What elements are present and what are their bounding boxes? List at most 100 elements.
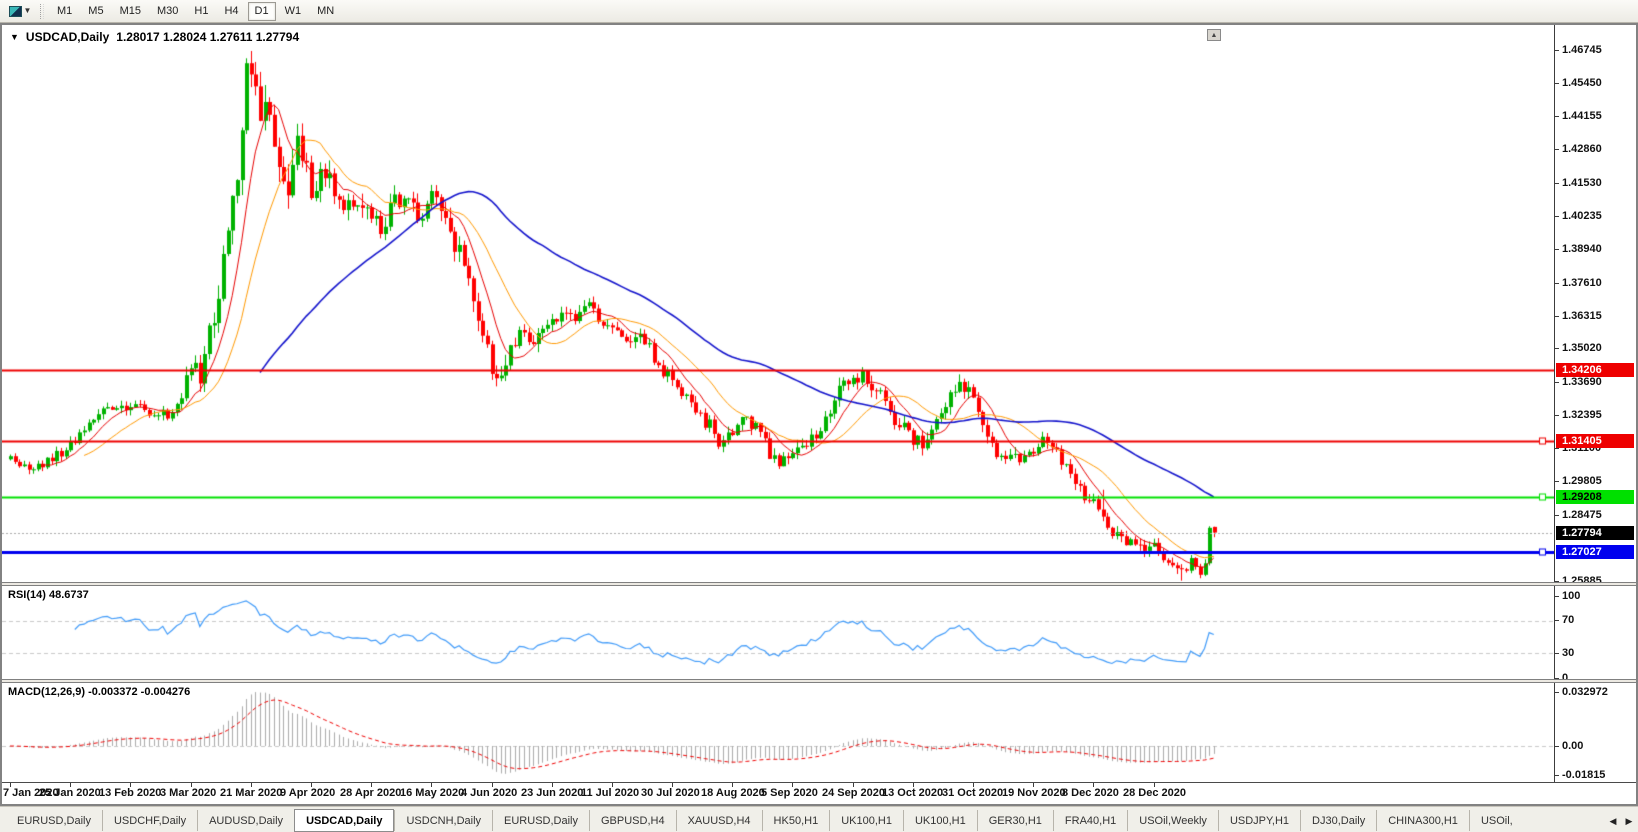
time-axis-label: 25 Jan 2020 — [39, 787, 101, 799]
hline-price-badge: 1.29208 — [1556, 489, 1634, 504]
time-axis-label: 23 Jun 2020 — [521, 787, 584, 799]
rsi-axis-tick: 30 — [1555, 647, 1574, 660]
price-axis-tick: 1.38940 — [1555, 243, 1602, 256]
chart-tab-eurusd-daily[interactable]: EURUSD,Daily — [492, 810, 589, 831]
price-axis-tick: 1.25885 — [1555, 575, 1602, 582]
price-chart-canvas[interactable] — [2, 25, 1554, 582]
tile-windows-button[interactable]: ▼ — [3, 2, 37, 21]
macd-label: MACD(12,26,9) -0.003372 -0.004276 — [8, 686, 191, 698]
time-axis-label: 9 Apr 2020 — [280, 787, 336, 799]
chart-tab-usdcad-daily[interactable]: USDCAD,Daily — [294, 809, 395, 832]
time-axis-label: 18 Aug 2020 — [701, 787, 765, 799]
chart-tab-xauusd-h4[interactable]: XAUUSD,H4 — [675, 810, 762, 831]
price-axis-tick: 1.45450 — [1555, 77, 1602, 90]
time-axis-label: 21 Mar 2020 — [220, 787, 283, 799]
time-axis-label: 3 Mar 2020 — [160, 787, 217, 799]
hline-price-badge: 1.34206 — [1556, 362, 1634, 377]
macd-pane[interactable]: MACD(12,26,9) -0.003372 -0.004276 0.0329… — [2, 683, 1636, 782]
tile-windows-icon — [8, 5, 22, 17]
timeframe-button-m15[interactable]: M15 — [113, 2, 148, 21]
toolbar-grip[interactable] — [40, 3, 44, 19]
chart-tab-gbpusd-h4[interactable]: GBPUSD,H4 — [589, 810, 676, 831]
timeframe-button-h1[interactable]: H1 — [187, 2, 215, 21]
price-axis-tick: 1.29805 — [1555, 475, 1602, 488]
quote-ohlc-label: 1.28017 1.28024 1.27611 1.27794 — [116, 30, 300, 44]
timeframe-toolbar: M1 M5 M15 M30 H1 H4 D1 W1 MN — [49, 0, 342, 23]
price-axis[interactable]: 1.46745 1.45450 1.44155 1.42860 1.41530 1.402… — [1554, 25, 1636, 582]
chart-tab-usoil-[interactable]: USOil, — [1468, 810, 1524, 831]
rsi-axis-tick: 70 — [1555, 614, 1574, 627]
price-axis-tick: 1.35020 — [1555, 342, 1602, 355]
chart-tab-usdjpy-h1[interactable]: USDJPY,H1 — [1217, 810, 1300, 831]
time-axis-label: 16 May 2020 — [400, 787, 465, 799]
timeframe-button-w1[interactable]: W1 — [278, 2, 309, 21]
price-axis-tick: 1.32395 — [1555, 409, 1602, 422]
tab-scroll-left-icon[interactable]: ◀ — [1607, 816, 1619, 827]
time-axis-label: 24 Sep 2020 — [822, 787, 885, 799]
time-axis-label: 30 Jul 2020 — [641, 787, 700, 799]
tab-scroll-right-icon[interactable]: ▶ — [1623, 816, 1635, 827]
macd-axis[interactable]: 0.032972 0.00 -0.01815 — [1554, 683, 1636, 782]
chart-shift-marker[interactable]: ▲ — [1207, 29, 1221, 41]
time-axis-label: 19 Nov 2020 — [1002, 787, 1066, 799]
time-axis-label: 13 Oct 2020 — [882, 787, 944, 799]
chart-tab-ger30-h1[interactable]: GER30,H1 — [976, 810, 1053, 831]
macd-axis-tick: 0.00 — [1555, 740, 1583, 753]
tab-scroll-buttons: ◀ ▶ — [1607, 816, 1635, 827]
timeframe-button-h4[interactable]: H4 — [217, 2, 245, 21]
timeframe-button-m1[interactable]: M1 — [50, 2, 79, 21]
chart-window: ▼ USDCAD,Daily 1.28017 1.28024 1.27611 1… — [0, 23, 1638, 806]
time-axis-label: 11 Jul 2020 — [581, 787, 640, 799]
time-axis-label: 31 Oct 2020 — [942, 787, 1004, 799]
price-axis-tick: 1.40235 — [1555, 210, 1602, 223]
chart-tab-eurusd-daily[interactable]: EURUSD,Daily — [6, 810, 102, 831]
hline-price-badge: 1.27027 — [1556, 545, 1634, 560]
chart-tab-dj30-daily[interactable]: DJ30,Daily — [1300, 810, 1376, 831]
chart-tab-audusd-daily[interactable]: AUDUSD,Daily — [197, 810, 294, 831]
top-toolbar: ▼ M1 M5 M15 M30 H1 H4 D1 W1 MN — [0, 0, 1638, 23]
macd-axis-tick: -0.01815 — [1555, 769, 1605, 782]
time-axis-label: 28 Dec 2020 — [1123, 787, 1186, 799]
rsi-axis[interactable]: 100 70 30 0 — [1554, 586, 1636, 679]
chart-tab-usdchf-daily[interactable]: USDCHF,Daily — [101, 810, 197, 831]
rsi-label: RSI(14) 48.6737 — [8, 589, 89, 601]
macd-canvas[interactable] — [2, 683, 1554, 782]
dropdown-caret-icon: ▼ — [23, 6, 32, 15]
price-axis-tick: 1.42860 — [1555, 143, 1602, 156]
collapse-icon[interactable]: ▼ — [10, 32, 19, 42]
chart-tab-bar: EURUSD,Daily USDCHF,Daily AUDUSD,Daily USDC… — [0, 806, 1638, 832]
time-axis-label: 4 Jun 2020 — [461, 787, 518, 799]
chart-tab-uk100-h1[interactable]: UK100,H1 — [829, 810, 903, 831]
chart-tab-china300-h1[interactable]: CHINA300,H1 — [1376, 810, 1469, 831]
chart-tab-fra40-h1[interactable]: FRA40,H1 — [1052, 810, 1127, 831]
time-axis-label: 8 Dec 2020 — [1062, 787, 1119, 799]
price-axis-tick: 1.41530 — [1555, 177, 1602, 190]
price-axis-tick: 1.46745 — [1555, 44, 1602, 57]
price-pane[interactable]: ▼ USDCAD,Daily 1.28017 1.28024 1.27611 1… — [2, 25, 1636, 582]
price-axis-tick: 1.33690 — [1555, 376, 1602, 389]
rsi-axis-tick: 100 — [1555, 590, 1580, 603]
time-axis-label: 5 Sep 2020 — [761, 787, 818, 799]
chart-tab-hk50-h1[interactable]: HK50,H1 — [761, 810, 830, 831]
rsi-axis-tick: 0 — [1555, 672, 1568, 679]
symbol-label: USDCAD,Daily — [25, 30, 110, 44]
rsi-pane[interactable]: RSI(14) 48.6737 100 70 30 0 — [2, 586, 1636, 679]
rsi-canvas[interactable] — [2, 586, 1554, 679]
price-axis-tick: 1.44155 — [1555, 110, 1602, 123]
chart-title: ▼ USDCAD,Daily 1.28017 1.28024 1.27611 1… — [10, 30, 299, 44]
timeframe-button-m5[interactable]: M5 — [81, 2, 110, 21]
time-axis[interactable]: 7 Jan 2020 25 Jan 2020 13 Feb 2020 3 Mar 20… — [2, 782, 1636, 804]
chart-tab-uk100-h1[interactable]: UK100,H1 — [902, 810, 977, 831]
hline-price-badge: 1.31405 — [1556, 433, 1634, 448]
price-axis-tick: 1.36315 — [1555, 310, 1602, 323]
chart-tab-usoil-weekly[interactable]: USOil,Weekly — [1127, 810, 1218, 831]
timeframe-button-d1[interactable]: D1 — [247, 1, 276, 21]
macd-axis-tick: 0.032972 — [1555, 686, 1608, 699]
price-axis-tick: 1.28475 — [1555, 509, 1602, 522]
timeframe-button-m30[interactable]: M30 — [150, 2, 185, 21]
timeframe-button-mn[interactable]: MN — [310, 2, 341, 21]
price-axis-tick: 1.37610 — [1555, 277, 1602, 290]
chart-tab-usdcnh-daily[interactable]: USDCNH,Daily — [394, 810, 492, 831]
time-axis-label: 28 Apr 2020 — [340, 787, 402, 799]
time-axis-label: 13 Feb 2020 — [99, 787, 162, 799]
